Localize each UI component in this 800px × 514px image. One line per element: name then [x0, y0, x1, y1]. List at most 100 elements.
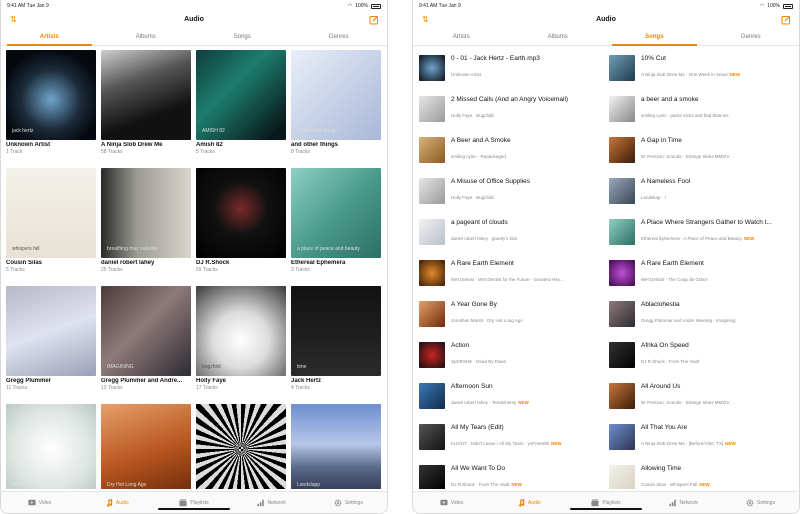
- artist-tile[interactable]: breathing may subside daniel robert lahey…: [101, 168, 191, 273]
- song-row[interactable]: A Year Gone By Jonathan Marsh · Dry Hot L…: [419, 296, 605, 332]
- artist-tile[interactable]: A Ninja Slob Drew Me 58 Tracks: [101, 50, 191, 155]
- song-row[interactable]: A Gap in Time M. Persson: Sounds · Strang…: [609, 132, 795, 168]
- artist-tile[interactable]: a place of peace and beauty Ethereal Ephe…: [291, 168, 381, 273]
- artist-tile[interactable]: AMISH 82 Amish 82 5 Tracks: [196, 50, 286, 155]
- song-subtitle: daniel robert lahey · gravity's kiss: [451, 236, 605, 241]
- song-subtitle: A Ninja Slob Drew Me · One Week in Seoul…: [641, 72, 795, 77]
- song-row[interactable]: a pageant of clouds daniel robert lahey ·…: [419, 214, 605, 250]
- artwork-caption: bugchild: [202, 364, 221, 370]
- artist-name: DJ R.Shock: [196, 260, 230, 266]
- new-badge: NEW: [743, 236, 755, 241]
- song-title: A Rare Earth Element: [451, 260, 514, 267]
- song-row[interactable]: All Around Us M. Persson: Sounds · Strang…: [609, 378, 795, 414]
- song-row[interactable]: All We Want To Do DJ R.Shock · From The V…: [419, 460, 605, 489]
- song-row[interactable]: All My Tears (Edit) KUGHT · Didn't Leave …: [419, 419, 605, 455]
- artist-tile[interactable]: Dry Hot Long Ago: [101, 404, 191, 489]
- song-row[interactable]: 10% Cut A Ninja Slob Drew Me · One Week i…: [609, 50, 795, 86]
- song-list: 0 - 01 - Jack Hertz - Earth.mp3 Unknown A…: [419, 50, 795, 489]
- song-artwork: [609, 178, 635, 204]
- tab-albums[interactable]: Albums: [98, 32, 195, 45]
- edit-icon[interactable]: [781, 15, 791, 25]
- song-row[interactable]: Afrika On Speed DJ R.Shock · From The Vau…: [609, 337, 795, 373]
- song-row[interactable]: A Nameless Fool Landskap · I: [609, 173, 795, 209]
- tab-songs[interactable]: Songs: [606, 32, 703, 46]
- gear-icon: [334, 499, 342, 507]
- status-bar: 9:41 AM Tue Jan 9 ◠ 100%: [419, 3, 793, 11]
- artist-name: and other things: [291, 142, 338, 148]
- song-row[interactable]: Ablaclohestia Gregg Plummer and Andre Wei…: [609, 296, 795, 332]
- track-count: 4 Tracks: [291, 385, 310, 391]
- song-artist-album: smiling cynic · parlor tricks and bad il…: [641, 113, 729, 118]
- song-artist-album: daniel robert lahey · gravity's kiss: [451, 236, 518, 241]
- song-row[interactable]: A Rare Earth Element Wet Dentist · Wet De…: [419, 255, 605, 291]
- artist-tile[interactable]: whispers fall Cousin Silas 5 Tracks: [6, 168, 96, 273]
- song-artist-album: daniel robert lahey · Tenatchemy: [451, 400, 517, 405]
- tab-songs[interactable]: Songs: [194, 32, 291, 45]
- song-row[interactable]: A Misuse of Office Supplies Holly Faye · …: [419, 173, 605, 209]
- song-text: All Around Us M. Persson: Sounds · Strang…: [641, 383, 795, 414]
- song-artwork: [419, 96, 445, 122]
- song-row[interactable]: A Rare Earth Element Wet Dentist · The Co…: [609, 255, 795, 291]
- new-badge: NEW: [518, 400, 529, 405]
- tab-genres[interactable]: Genres: [703, 32, 800, 45]
- song-row[interactable]: a beer and a smoke smiling cynic · parlor…: [609, 91, 795, 127]
- navigation-bar: ⇅ Audio: [1, 12, 387, 30]
- artist-name: Gregg Plummer: [6, 378, 52, 384]
- artist-tile[interactable]: DJ R.Shock 59 Tracks: [196, 168, 286, 273]
- artist-tile[interactable]: Gregg Plummer 11 Tracks: [6, 286, 96, 391]
- tab-artists[interactable]: Artists: [413, 32, 510, 45]
- song-row[interactable]: All That You Are A Ninja Slob Drew Me · […: [609, 419, 795, 455]
- music-note-icon: [517, 499, 525, 507]
- video-icon: [440, 499, 448, 506]
- tab-genres[interactable]: Genres: [291, 32, 388, 45]
- artist-tile[interactable]: hidden: [6, 404, 96, 489]
- song-row[interactable]: 2 Missed Calls (And an Angry Voicemail) H…: [419, 91, 605, 127]
- artist-tile[interactable]: time Jack Hertz 4 Tracks: [291, 286, 381, 391]
- tabbar-video[interactable]: Video: [413, 492, 490, 513]
- song-artwork: [609, 55, 635, 81]
- song-row[interactable]: A Place Where Strangers Gather to Watch …: [609, 214, 795, 250]
- song-row[interactable]: 0 - 01 - Jack Hertz - Earth.mp3 Unknown A…: [419, 50, 605, 86]
- song-artist-album: M. Persson: Sounds · Strange Skies MMXIV: [641, 154, 730, 159]
- song-title: Ablaclohestia: [641, 301, 680, 308]
- song-text: All My Tears (Edit) KUGHT · Didn't Leave …: [451, 424, 605, 455]
- tabbar-network[interactable]: Network: [645, 492, 722, 513]
- tabbar-settings[interactable]: Settings: [722, 492, 799, 513]
- tabbar-settings[interactable]: Settings: [310, 492, 387, 513]
- song-row[interactable]: Action SpDRSHE · Dead By Dawn: [419, 337, 605, 373]
- edit-icon[interactable]: [369, 15, 379, 25]
- artwork-caption: whispers fall: [12, 246, 40, 252]
- artist-tile[interactable]: IMAGINING Gregg Plummer and Andre... 13 Tr…: [101, 286, 191, 391]
- song-text: Afternoon Sun daniel robert lahey · Tenat…: [451, 383, 605, 414]
- tabbar-audio[interactable]: Audio: [78, 492, 155, 513]
- song-artwork: [419, 465, 445, 489]
- album-artwork: [196, 404, 286, 489]
- track-count: 5 Tracks: [196, 149, 215, 155]
- tabbar-label: Settings: [756, 499, 775, 506]
- tabbar-audio[interactable]: Audio: [490, 492, 567, 513]
- tabbar-label: Playlists: [602, 499, 621, 506]
- song-subtitle: DJ R.Shock · From The Vault NEW: [451, 482, 605, 487]
- song-title: A Place Where Strangers Gather to Watch …: [641, 219, 772, 226]
- artist-tile[interactable]: ...and other things and other things 8 Tra…: [291, 50, 381, 155]
- tabbar-network[interactable]: Network: [233, 492, 310, 513]
- artist-tile[interactable]: Landslapp: [291, 404, 381, 489]
- artist-name: daniel robert lahey: [101, 260, 155, 266]
- artist-tile[interactable]: bugchild Holly Faye 17 Tracks: [196, 286, 286, 391]
- song-row[interactable]: Afternoon Sun daniel robert lahey · Tenat…: [419, 378, 605, 414]
- artist-tile[interactable]: [196, 404, 286, 489]
- song-text: 0 - 01 - Jack Hertz - Earth.mp3 Unknown A…: [451, 55, 605, 86]
- song-artwork: [419, 342, 445, 368]
- song-artist-album: Cousin Silas · Whispers Fall: [641, 482, 698, 487]
- tabbar-label: Network: [679, 499, 698, 506]
- song-row[interactable]: Allowing Time Cousin Silas · Whispers Fal…: [609, 460, 795, 489]
- song-text: A Rare Earth Element Wet Dentist · Wet De…: [451, 260, 605, 291]
- song-row[interactable]: A Beer and A Smoke smiling cynic · Repack…: [419, 132, 605, 168]
- tab-artists[interactable]: Artists: [1, 32, 98, 46]
- tab-albums[interactable]: Albums: [510, 32, 607, 45]
- song-text: Action SpDRSHE · Dead By Dawn: [451, 342, 605, 373]
- tabbar-video[interactable]: Video: [1, 492, 78, 513]
- album-artwork: a place of peace and beauty: [291, 168, 381, 258]
- segment-tabs: Artists Albums Songs Genres: [1, 32, 387, 46]
- artist-tile[interactable]: jack hertz Unknown Artist 1 Track: [6, 50, 96, 155]
